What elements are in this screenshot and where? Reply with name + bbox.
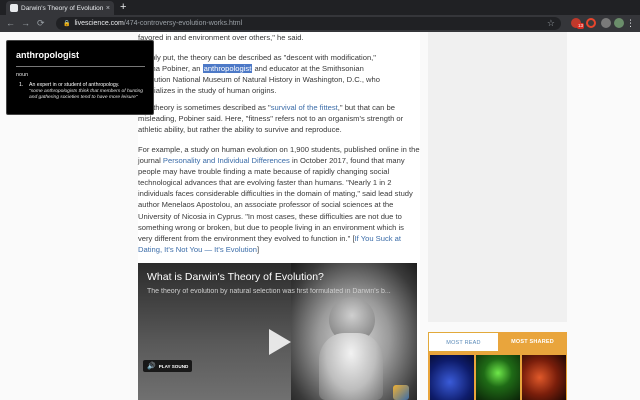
extension-icon-1[interactable]: 13 [571,18,585,29]
article-paragraph: Simply put, the theory can be described … [138,52,420,96]
popular-tabs: MOST READ MOST SHARED [428,332,567,352]
article-thumbnail[interactable] [476,355,520,400]
extension-icon-3[interactable] [601,18,611,28]
back-button[interactable]: ← [6,15,15,32]
article-thumbnail[interactable] [430,355,474,400]
speaker-icon: 🔊 [147,363,156,370]
darwin-portrait-image [291,263,417,400]
new-tab-button[interactable]: + [120,0,126,15]
forward-button[interactable]: → [21,15,30,32]
play-icon[interactable] [269,329,291,355]
video-subtitle: The theory of evolution by natural selec… [147,288,391,295]
popular-thumbnails [428,352,567,400]
popup-divider [16,66,145,67]
profile-avatar[interactable] [614,18,624,28]
url-host: livescience.com [74,20,124,27]
tab-most-shared[interactable]: MOST SHARED [498,332,567,352]
browser-menu-icon[interactable]: ⋮ [626,15,635,32]
play-sound-label: PLAY SOUND [158,363,189,369]
portrait-beard [319,333,383,400]
dictionary-popup: anthropologist noun 1. An expert in or s… [6,40,154,115]
extension-badge: 13 [577,23,585,29]
text-line: and educator at the Smithsonian [254,64,364,74]
text-line: Institution National Museum of Natural H… [138,75,380,85]
url-path: /474-controversy-evolution-works.html [123,20,243,27]
video-player[interactable]: What is Darwin's Theory of Evolution? Th… [138,263,417,400]
sidebar-ad-slot [428,32,567,322]
tab-title: Darwin's Theory of Evolution: De [21,4,103,12]
text-line: Simply put, the theory can be described … [138,53,376,62]
video-brand-logo [393,385,409,400]
definition-number: 1. [19,82,24,88]
extension-icon-2[interactable] [586,18,596,28]
selected-word-highlight[interactable]: anthropologist [202,64,253,74]
close-tab-icon[interactable]: × [106,5,110,12]
lock-icon: 🔒 [63,21,71,27]
popup-part-of-speech: noun [16,72,29,78]
article-thumbnail[interactable] [522,355,566,400]
text-run: ] [256,244,260,254]
article-paragraph: favored in and environment over others,"… [138,33,304,42]
play-sound-button[interactable]: 🔊 PLAY SOUND [143,360,193,372]
url-text: livescience.com/474-controversy-evolutio… [74,20,242,27]
tab-strip: Darwin's Theory of Evolution: De × + [0,0,640,15]
browser-toolbar: ← → ⟳ 🔒 livescience.com/474-controversy-… [0,15,640,32]
browser-tab[interactable]: Darwin's Theory of Evolution: De × [6,1,114,15]
text-run: The theory is sometimes described as " [138,103,271,112]
survival-of-the-fittest-link[interactable]: survival of the fittest [271,103,338,112]
video-title: What is Darwin's Theory of Evolution? [147,271,324,283]
text-line: specializes in the study of human origin… [138,86,277,96]
text-run: in October 2017, found that many people … [138,156,413,243]
journal-link[interactable]: Personality and Individual Differences [163,156,290,165]
article-paragraph: The theory is sometimes described as "su… [138,102,420,135]
site-favicon-icon [10,4,18,12]
reload-button[interactable]: ⟳ [37,15,45,32]
bookmark-star-icon[interactable]: ☆ [547,17,555,30]
popup-headword: anthropologist [16,50,79,60]
definition-text: An expert in or student of anthropology. [29,82,120,88]
article-paragraph: For example, a study on human evolution … [138,144,420,255]
definition-example: "some anthropologists think that members… [29,89,144,101]
address-bar[interactable]: 🔒 livescience.com/474-controversy-evolut… [56,17,561,30]
tab-most-read[interactable]: MOST READ [428,332,498,352]
